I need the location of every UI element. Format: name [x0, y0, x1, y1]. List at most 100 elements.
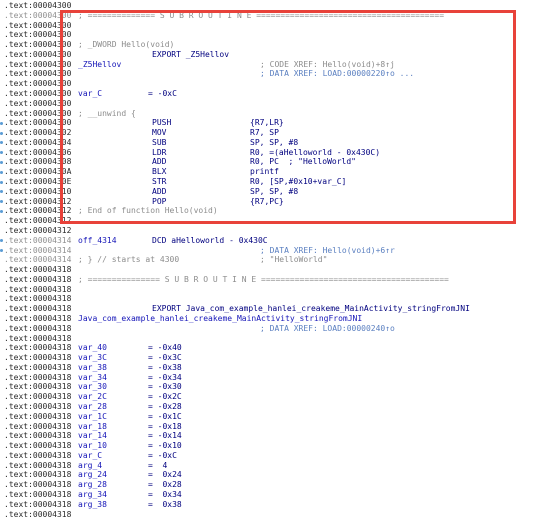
instruction-operands: SP, SP, #8 [250, 137, 299, 147]
listing-line[interactable]: .text:00004318 [0, 334, 560, 344]
line-address: .text:00004300 [4, 10, 72, 20]
line-label: var_28 [78, 401, 107, 411]
listing-line[interactable]: .text:00004318 arg_34 = 0x34 [0, 490, 560, 500]
listing-line[interactable]: .text:00004318 [0, 285, 560, 295]
line-address: .text:00004318 [4, 499, 72, 509]
listing-line[interactable]: .text:00004300 ; __unwind { [0, 109, 560, 119]
stack-offset: = 0x38 [148, 499, 182, 509]
gutter-marker-icon[interactable] [0, 170, 3, 174]
listing-line[interactable]: .text:00004300 EXPORT _Z5Hellov [0, 50, 560, 60]
stack-offset: = -0x34 [148, 372, 182, 382]
stack-offset: = -0x3C [148, 353, 182, 363]
disassembly-listing[interactable]: .text:00004300 .text:00004300; ==========… [0, 0, 560, 519]
listing-line[interactable]: .text:00004318 Java_com_example_hanlei_cr… [0, 314, 560, 324]
line-address: .text:00004308 [4, 157, 72, 167]
listing-line[interactable]: .text:00004318 var_14 = -0x14 [0, 431, 560, 441]
line-address: .text:00004318 [4, 421, 72, 431]
line-address: .text:00004318 [4, 372, 72, 382]
listing-line[interactable]: .text:00004318 arg_4 = 4 [0, 461, 560, 471]
instruction-operands: {R7,LR} [250, 118, 284, 128]
gutter-marker-icon[interactable] [0, 249, 3, 252]
line-comment: ; DATA XREF: Hello(void)+6↑r [260, 245, 395, 255]
stack-offset: = 4 [148, 460, 168, 470]
gutter-marker-icon[interactable] [0, 160, 3, 164]
stack-offset: = 0x24 [148, 470, 182, 480]
listing-line[interactable]: .text:00004318 var_3C = -0x3C [0, 353, 560, 363]
listing-line[interactable]: .text:00004318 var_1C = -0x1C [0, 412, 560, 422]
listing-line[interactable]: .text:00004300 [0, 30, 560, 40]
listing-line[interactable]: .text:00004314 off_4314 DCD aHelloworld - … [0, 236, 560, 246]
instruction-operands: R0, PC ; "HelloWorld" [250, 157, 356, 167]
gutter-marker-icon[interactable] [0, 131, 3, 135]
line-label: arg_34 [78, 490, 107, 499]
listing-line[interactable]: .text:00004304 SUB SP, SP, #8 [0, 138, 560, 148]
line-address: .text:00004318 [4, 353, 72, 363]
listing-line[interactable]: .text:00004312 [0, 216, 560, 226]
line-label: _Z5Hellov [78, 59, 122, 69]
line-label: ; } // starts at 4300 [78, 255, 180, 265]
line-address: .text:00004300 [4, 98, 72, 108]
line-address: .text:00004318 [4, 382, 72, 392]
line-address: .text:00004300 [4, 49, 72, 59]
listing-line[interactable]: .text:00004318 var_34 = -0x34 [0, 373, 560, 383]
listing-line[interactable]: .text:00004300 ; ============== S U B R O… [0, 11, 560, 21]
listing-line[interactable]: .text:00004306 LDR R0, =(aHelloworld - 0x4… [0, 148, 560, 158]
listing-line[interactable]: .text:00004318 var_40 = -0x40 [0, 343, 560, 353]
stack-offset: = -0x2C [148, 392, 182, 402]
listing-line[interactable]: .text:00004318 [0, 265, 560, 275]
listing-line[interactable]: .text:00004314 ; } // starts at 4300 ; "He… [0, 255, 560, 265]
listing-line[interactable]: .text:00004308 ADD R0, PC ; "HelloWorld" [0, 157, 560, 167]
listing-line[interactable]: .text:00004314 ; DATA XREF: Hello(void)+6… [0, 246, 560, 256]
line-address: .text:00004310 [4, 186, 72, 196]
listing-line[interactable]: .text:00004300 [0, 1, 560, 11]
listing-line[interactable]: .text:00004312 [0, 226, 560, 236]
listing-line[interactable]: .text:00004300 PUSH {R7,LR} [0, 118, 560, 128]
listing-line[interactable]: .text:00004318 ; =============== S U B R … [0, 275, 560, 285]
listing-line[interactable]: .text:0000430E STR R0, [SP,#0x10+var_C] [0, 177, 560, 187]
gutter-marker-icon[interactable] [0, 121, 3, 125]
listing-line[interactable]: .text:0000430A BLX printf [0, 167, 560, 177]
listing-line[interactable]: .text:00004312 POP {R7,PC} [0, 197, 560, 207]
instruction-operands: {R7,PC} [250, 196, 284, 206]
line-address: .text:00004300 [4, 40, 72, 50]
line-label: var_C [78, 89, 103, 99]
listing-line[interactable]: .text:00004318 EXPORT Java_com_example_ha… [0, 304, 560, 314]
listing-line[interactable]: .text:00004318 var_18 = -0x18 [0, 422, 560, 432]
listing-line[interactable]: .text:00004318 arg_38 = 0x38 [0, 500, 560, 510]
gutter-marker-icon[interactable] [0, 180, 3, 184]
instruction-mnemonic: EXPORT Java_com_example_hanlei_creakeme_… [152, 304, 470, 314]
listing-line[interactable]: .text:00004318 ; DATA XREF: LOAD:00000240… [0, 324, 560, 334]
instruction-mnemonic: MOV [152, 128, 167, 138]
listing-line[interactable]: .text:00004318 [0, 294, 560, 304]
listing-line[interactable]: .text:00004318 var_30 = -0x30 [0, 382, 560, 392]
listing-line[interactable]: .text:00004312 ; End of function Hello(vo… [0, 206, 560, 216]
listing-line[interactable]: .text:00004318 var_2C = -0x2C [0, 392, 560, 402]
listing-line[interactable]: .text:00004300 [0, 21, 560, 31]
listing-line[interactable]: .text:00004300 [0, 99, 560, 109]
line-address: .text:00004312 [4, 225, 72, 235]
listing-line[interactable]: .text:00004318 var_38 = -0x38 [0, 363, 560, 373]
listing-line[interactable]: .text:00004318 arg_24 = 0x24 [0, 470, 560, 480]
line-address: .text:00004318 [4, 411, 72, 421]
listing-line[interactable]: .text:00004300 ; DATA XREF: LOAD:00000220… [0, 69, 560, 79]
listing-line[interactable]: .text:00004300 _Z5Hellov ; CODE XREF: Hell… [0, 60, 560, 70]
line-address: .text:00004318 [4, 460, 72, 470]
listing-line[interactable]: .text:00004318 arg_28 = 0x28 [0, 480, 560, 490]
listing-line[interactable]: .text:00004300 var_C = -0xC [0, 89, 560, 99]
gutter-marker-icon[interactable] [0, 209, 3, 213]
listing-line[interactable]: .text:00004318 var_10 = -0x10 [0, 441, 560, 451]
line-address: .text:00004318 [4, 343, 72, 353]
listing-line[interactable]: .text:00004300 [0, 79, 560, 89]
stack-offset: = -0x40 [148, 343, 182, 353]
listing-line[interactable]: .text:00004310 ADD SP, SP, #8 [0, 187, 560, 197]
line-label: var_34 [78, 372, 107, 382]
line-address: .text:00004312 [4, 206, 72, 216]
listing-line[interactable]: .text:00004318 var_C = -0xC [0, 451, 560, 461]
stack-offset: = -0x30 [148, 382, 182, 392]
listing-line[interactable]: .text:00004302 MOV R7, SP [0, 128, 560, 138]
line-label: var_40 [78, 343, 107, 353]
listing-line[interactable]: .text:00004300 ; _DWORD Hello(void) [0, 40, 560, 50]
line-label: var_2C [78, 392, 107, 402]
listing-line[interactable]: .text:00004318 var_28 = -0x28 [0, 402, 560, 412]
instruction-mnemonic: STR [152, 177, 167, 187]
